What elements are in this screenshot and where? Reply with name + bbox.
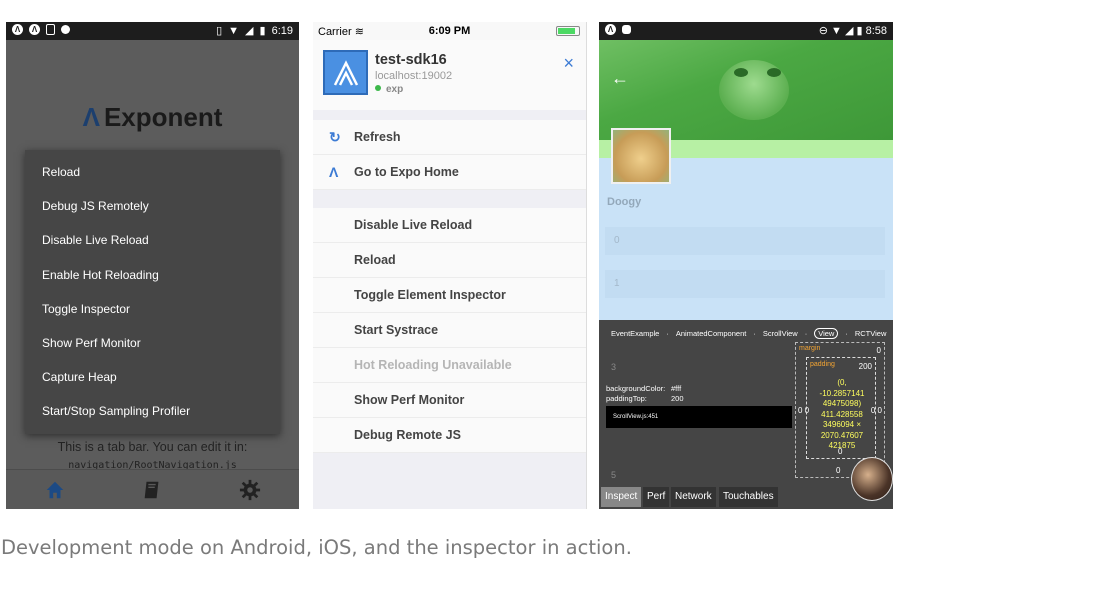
box-model-padding: padding 200 (0, -10.2857141 49475098) 41… [806, 357, 876, 459]
cat-banner-image: ← [599, 40, 893, 140]
menu-item-toggle-inspector[interactable]: Toggle Inspector [25, 294, 280, 328]
style-property-row: paddingTop: 200 [606, 394, 684, 403]
start-systrace-button[interactable]: Start Systrace [313, 313, 586, 348]
hot-reloading-unavailable-item: Hot Reloading Unavailable [313, 348, 586, 383]
app-content: Λ Exponent Reload Debug JS Remotely Disab… [6, 40, 299, 491]
android-status-bar: Λ Λ ▯ ▼ ◢ ▮ 6:19 [6, 22, 299, 40]
list-item[interactable]: 0 [605, 227, 885, 255]
cat-eye-shape [767, 68, 781, 77]
background-item-number: 5 [611, 470, 617, 480]
app-icon [323, 50, 368, 95]
refresh-icon: ↻ [329, 129, 341, 145]
status-time: 6:19 [271, 24, 293, 37]
status-time: 8:58 [865, 25, 887, 37]
disable-live-reload-button[interactable]: Disable Live Reload [313, 208, 586, 243]
menu-item-live-reload[interactable]: Disable Live Reload [25, 225, 280, 259]
tab-inspect[interactable]: Inspect [601, 487, 642, 507]
battery-icon [556, 26, 580, 36]
developer-menu: Reload Debug JS Remotely Disable Live Re… [25, 150, 280, 434]
tab-perf[interactable]: Perf [643, 487, 670, 507]
crumb-rct-view[interactable]: RCTView [855, 329, 887, 338]
primary-actions: ↻ Refresh Λ Go to Expo Home [313, 120, 586, 190]
menu-item-reload[interactable]: Reload [25, 157, 280, 191]
developer-actions: Disable Live Reload Reload Toggle Elemen… [313, 208, 586, 453]
margin-top-value: 0 [876, 346, 881, 355]
inspector-screenshot: Λ ⊖ ▼ ◢ ▮ 8:58 ← Doogy 0 1 EventExample ·… [599, 22, 893, 509]
menu-item-sampling-profiler[interactable]: Start/Stop Sampling Profiler [25, 396, 280, 430]
signal-icon: ◢ [245, 25, 254, 37]
menu-item-debug-js[interactable]: Debug JS Remotely [25, 191, 280, 225]
android-icon [622, 25, 631, 34]
phone-icon [46, 24, 55, 35]
figure-caption: Development mode on Android, iOS, and th… [1, 536, 632, 559]
expo-notification-icon: Λ [605, 24, 616, 35]
padding-label: padding [810, 361, 835, 368]
style-property-row: backgroundColor: #fff [606, 384, 682, 393]
tab-network[interactable]: Network [671, 487, 716, 507]
status-time: 6:09 PM [428, 25, 471, 37]
refresh-button[interactable]: ↻ Refresh [313, 120, 586, 155]
vibrate-icon: ▯ [216, 25, 223, 37]
exponent-logo: Λ Exponent [82, 102, 223, 132]
expo-notification-icon: Λ [12, 24, 23, 35]
back-arrow-icon[interactable]: ← [611, 68, 629, 89]
ios-dev-menu-screenshot: Carrier ≋ 6:09 PM test-sdk16 localhost:1… [313, 22, 587, 509]
book-icon[interactable] [141, 479, 163, 501]
crumb-event-example[interactable]: EventExample [611, 329, 659, 338]
android-dev-menu-screenshot: Λ Λ ▯ ▼ ◢ ▮ 6:19 Λ Exponent Reload Debug … [6, 22, 299, 509]
toggle-element-inspector-button[interactable]: Toggle Element Inspector [313, 278, 586, 313]
tabbar-hint: This is a tab bar. You can edit it in: [57, 440, 248, 454]
crumb-scroll-view[interactable]: ScrollView [763, 329, 798, 338]
padding-bottom-value: 0 [838, 447, 843, 456]
box-position: (0, -10.2857141 49475098) [819, 378, 865, 408]
box-size: 411.428558 3496094 × 2070.47607 421875 [820, 409, 864, 451]
app-header: test-sdk16 localhost:19002 exp × [313, 40, 586, 110]
inspector-panel: EventExample · AnimatedComponent · ScrollV… [599, 320, 893, 509]
wifi-icon: ▼ [228, 24, 240, 37]
release-channel: exp [375, 84, 403, 95]
style-properties: backgroundColor: #fff paddingTop: 200 [606, 384, 684, 404]
status-dot-icon [375, 85, 381, 91]
show-perf-monitor-button[interactable]: Show Perf Monitor [313, 383, 586, 418]
crumb-view-selected[interactable]: View [814, 328, 839, 339]
crumb-animated-component[interactable]: AnimatedComponent [676, 329, 746, 338]
list-item[interactable]: 1 [605, 270, 885, 298]
home-icon[interactable] [44, 479, 66, 501]
android-icon [61, 25, 70, 34]
reload-button[interactable]: Reload [313, 243, 586, 278]
expo-logo-icon: Λ [82, 102, 100, 132]
app-name: test-sdk16 [375, 52, 447, 68]
cat-eye-shape [734, 68, 748, 77]
expo-logo-icon: Λ [329, 164, 339, 180]
inspector-tabs: Inspect Perf Network Touchables [599, 487, 893, 509]
profile-name: Doogy [607, 196, 642, 208]
source-location[interactable]: ScrollView.js:451 [606, 406, 792, 428]
status-icons: ⊖ ▼ ◢ ▮ [818, 25, 866, 37]
menu-item-capture-heap[interactable]: Capture Heap [25, 362, 280, 396]
tab-touchables[interactable]: Touchables [719, 487, 778, 507]
dog-avatar-image[interactable] [611, 128, 671, 184]
component-hierarchy: EventExample · AnimatedComponent · ScrollV… [611, 328, 887, 339]
ios-status-bar: Carrier ≋ 6:09 PM [313, 22, 586, 40]
go-to-expo-home-button[interactable]: Λ Go to Expo Home [313, 155, 586, 190]
debug-remote-js-button[interactable]: Debug Remote JS [313, 418, 586, 453]
menu-item-perf-monitor[interactable]: Show Perf Monitor [25, 328, 280, 362]
gear-icon[interactable] [239, 479, 261, 501]
battery-icon: ▮ [259, 25, 266, 37]
background-item-number: 3 [611, 362, 617, 372]
menu-item-hot-reloading[interactable]: Enable Hot Reloading [25, 260, 280, 294]
close-icon[interactable]: × [563, 53, 574, 74]
app-host: localhost:19002 [375, 70, 453, 82]
bottom-tab-bar [6, 469, 299, 509]
padding-top-value: 200 [858, 362, 872, 371]
expo-notification-icon: Λ [29, 24, 40, 35]
box-position-size: (0, -10.2857141 49475098) 411.428558 349… [814, 378, 870, 452]
margin-bottom-value: 0 [836, 466, 841, 475]
android-status-bar: Λ ⊖ ▼ ◢ ▮ 8:58 [599, 22, 893, 40]
margin-label: margin [799, 345, 821, 352]
